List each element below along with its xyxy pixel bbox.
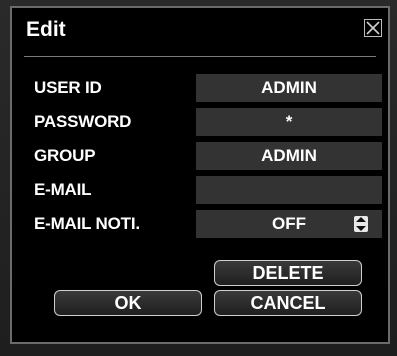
group-label: GROUP	[34, 146, 96, 165]
email-field[interactable]	[196, 176, 382, 204]
user-id-field[interactable]: ADMIN	[196, 74, 382, 102]
ok-button[interactable]: OK	[54, 290, 202, 316]
row-email-noti: E-MAIL NOTI. OFF	[12, 210, 388, 238]
row-password: PASSWORD *	[12, 108, 388, 136]
delete-button[interactable]: DELETE	[214, 260, 362, 286]
screen-background: Edit USER ID ADMIN PASSWORD * GROUP ADMI…	[0, 0, 397, 356]
dialog-title: Edit	[26, 18, 66, 41]
row-group: GROUP ADMIN	[12, 142, 388, 170]
close-icon[interactable]	[364, 19, 382, 37]
email-label: E-MAIL	[34, 180, 92, 199]
row-user-id: USER ID ADMIN	[12, 74, 388, 102]
cancel-button[interactable]: CANCEL	[214, 290, 362, 316]
user-id-label: USER ID	[34, 78, 102, 97]
row-email: E-MAIL	[12, 176, 388, 204]
title-divider	[24, 56, 376, 57]
edit-dialog: Edit USER ID ADMIN PASSWORD * GROUP ADMI…	[10, 6, 390, 344]
updown-stepper-icon[interactable]	[354, 216, 368, 232]
password-field[interactable]: *	[196, 108, 382, 136]
password-label: PASSWORD	[34, 112, 132, 131]
email-noti-label: E-MAIL NOTI.	[34, 214, 140, 233]
group-field[interactable]: ADMIN	[196, 142, 382, 170]
dialog-titlebar: Edit	[12, 8, 388, 50]
